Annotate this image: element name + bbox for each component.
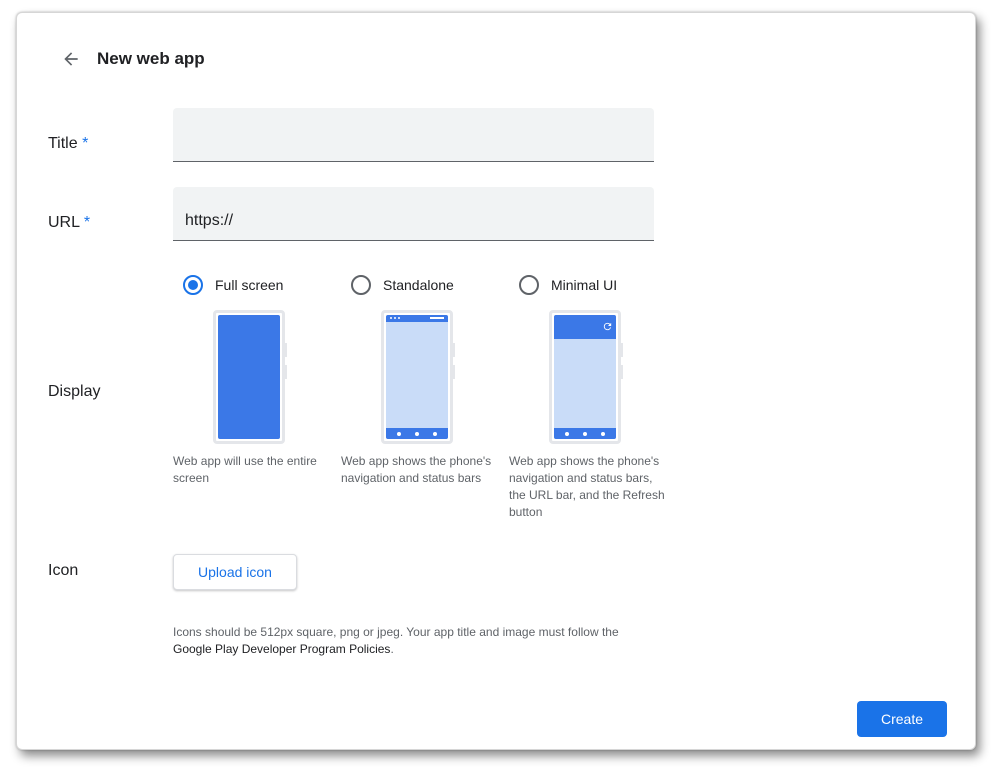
minimal-ui-phone-illustration: [549, 310, 623, 444]
phone-side-button: [621, 343, 623, 357]
title-input[interactable]: [173, 108, 654, 161]
page-title: New web app: [97, 49, 205, 68]
display-option-full-screen: Full screen Web app will use the entire …: [173, 275, 341, 521]
dialog-header: New web app: [59, 47, 205, 71]
full-screen-radio-row[interactable]: Full screen: [183, 275, 341, 295]
status-bar: [386, 315, 448, 322]
phone-side-button: [621, 365, 623, 379]
url-label-text: URL: [48, 214, 80, 231]
phone-side-button: [285, 365, 287, 379]
phone-screen: [218, 315, 280, 439]
back-button[interactable]: [59, 47, 83, 71]
required-mark: *: [83, 214, 91, 231]
nav-dot: [397, 431, 401, 436]
nav-dot: [601, 431, 605, 436]
icon-help-text: Icons should be 512px square, png or jpe…: [173, 624, 619, 658]
phone-side-button: [453, 343, 455, 357]
nav-dot: [415, 431, 419, 436]
url-label: URL *: [48, 214, 90, 232]
nav-dot: [433, 431, 437, 436]
url-field[interactable]: [173, 187, 654, 241]
status-dots: [390, 317, 400, 319]
nav-dot: [565, 431, 569, 436]
navigation-bar: [554, 428, 616, 439]
title-field[interactable]: [173, 108, 654, 162]
title-label-text: Title: [48, 135, 78, 152]
full-screen-label: Full screen: [215, 277, 284, 293]
url-bar: [554, 315, 616, 339]
standalone-description: Web app shows the phone's navigation and…: [341, 454, 492, 485]
phone-screen: [386, 315, 448, 439]
minimal-ui-description: Web app shows the phone's navigation and…: [509, 454, 665, 519]
standalone-phone-illustration: [381, 310, 455, 444]
title-label: Title *: [48, 135, 88, 153]
required-mark: *: [82, 135, 89, 152]
full-screen-radio[interactable]: [183, 275, 203, 295]
display-label: Display: [48, 383, 101, 400]
standalone-radio[interactable]: [351, 275, 371, 295]
full-screen-description: Web app will use the entire screen: [173, 454, 317, 485]
standalone-radio-row[interactable]: Standalone: [351, 275, 509, 295]
upload-icon-button[interactable]: Upload icon: [173, 554, 297, 590]
create-button[interactable]: Create: [857, 701, 947, 737]
nav-dot: [583, 431, 587, 436]
icon-label: Icon: [48, 562, 79, 579]
icon-help-description: Icons should be 512px square, png or jpe…: [173, 625, 619, 639]
minimal-ui-radio-row[interactable]: Minimal UI: [519, 275, 677, 295]
full-screen-phone-illustration: [213, 310, 287, 444]
refresh-icon: [603, 322, 612, 331]
display-options: Full screen Web app will use the entire …: [173, 275, 677, 521]
arrow-left-icon: [64, 52, 78, 66]
minimal-ui-label: Minimal UI: [551, 277, 618, 293]
url-input[interactable]: [173, 187, 654, 240]
phone-side-button: [285, 343, 287, 357]
phone-side-button: [453, 365, 455, 379]
display-option-standalone: Standalone Web app shows the phone's nav…: [341, 275, 509, 521]
new-web-app-dialog: New web app Title * URL * Display Full s…: [16, 12, 976, 750]
status-indicator: [430, 317, 444, 319]
radio-dot: [188, 280, 198, 290]
navigation-bar: [386, 428, 448, 439]
phone-screen: [554, 315, 616, 439]
minimal-ui-radio[interactable]: [519, 275, 539, 295]
help-suffix: .: [390, 642, 394, 656]
standalone-label: Standalone: [383, 277, 454, 293]
display-option-minimal-ui: Minimal UI Web app shows the phone's nav…: [509, 275, 677, 521]
developer-policies-link[interactable]: Google Play Developer Program Policies: [173, 642, 390, 656]
